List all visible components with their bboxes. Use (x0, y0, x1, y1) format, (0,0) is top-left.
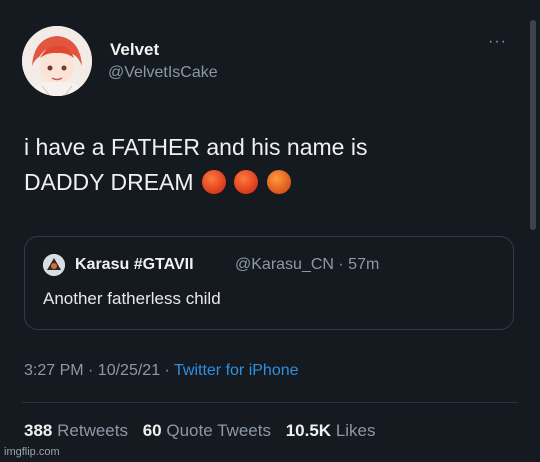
tweet-text-line1: i have a FATHER and his name is (24, 134, 368, 160)
tweet-text-line2: DADDY DREAM (24, 169, 194, 195)
engagement-stats: 388 Retweets 60 Quote Tweets 10.5K Likes (24, 421, 376, 441)
tweet-card: Velvet @VelvetIsCake ··· i have a FATHER… (0, 0, 540, 462)
face-with-symbols-icon (266, 170, 291, 194)
quoted-author-handle-time: @Karasu_CN · 57m (235, 256, 380, 273)
quoted-author-avatar[interactable] (43, 254, 65, 276)
retweets-count: 388 (24, 421, 53, 440)
quotes-label: Quote Tweets (166, 421, 271, 440)
author-name[interactable]: Velvet (110, 40, 159, 60)
angry-face-icon (201, 170, 226, 194)
author-avatar[interactable] (22, 26, 92, 96)
quoted-tweet-text: Another fatherless child (43, 289, 221, 308)
tweet-meta: 3:27 PM · 10/25/21 · Twitter for iPhone (24, 362, 299, 380)
tweet-source-app[interactable]: Twitter for iPhone (174, 362, 299, 379)
likes-count: 10.5K (285, 421, 332, 440)
likes-label: Likes (335, 421, 376, 440)
likes-stat[interactable]: 10.5K Likes (286, 421, 376, 440)
tweet-text: i have a FATHER and his name is DADDY DR… (24, 130, 504, 200)
author-handle[interactable]: @VelvetIsCake (108, 64, 218, 82)
scrollbar[interactable] (530, 20, 536, 230)
divider (22, 402, 518, 403)
tweet-time-date[interactable]: 3:27 PM · 10/25/21 · (24, 362, 170, 379)
angry-face-icon (234, 170, 259, 194)
retweets-label: Retweets (57, 421, 128, 440)
quoted-author-name: Karasu #GTAVII (75, 256, 194, 273)
more-dots-icon[interactable]: ··· (488, 33, 507, 51)
watermark: imgflip.com (4, 446, 60, 458)
tweet-text-line2-wrap: DADDY DREAM (24, 165, 504, 200)
quotes-count: 60 (142, 421, 162, 440)
quoted-tweet[interactable]: Karasu #GTAVII @Karasu_CN · 57m Another … (24, 236, 514, 330)
retweets-stat[interactable]: 388 Retweets (24, 421, 128, 440)
quotes-stat[interactable]: 60 Quote Tweets (143, 421, 271, 440)
